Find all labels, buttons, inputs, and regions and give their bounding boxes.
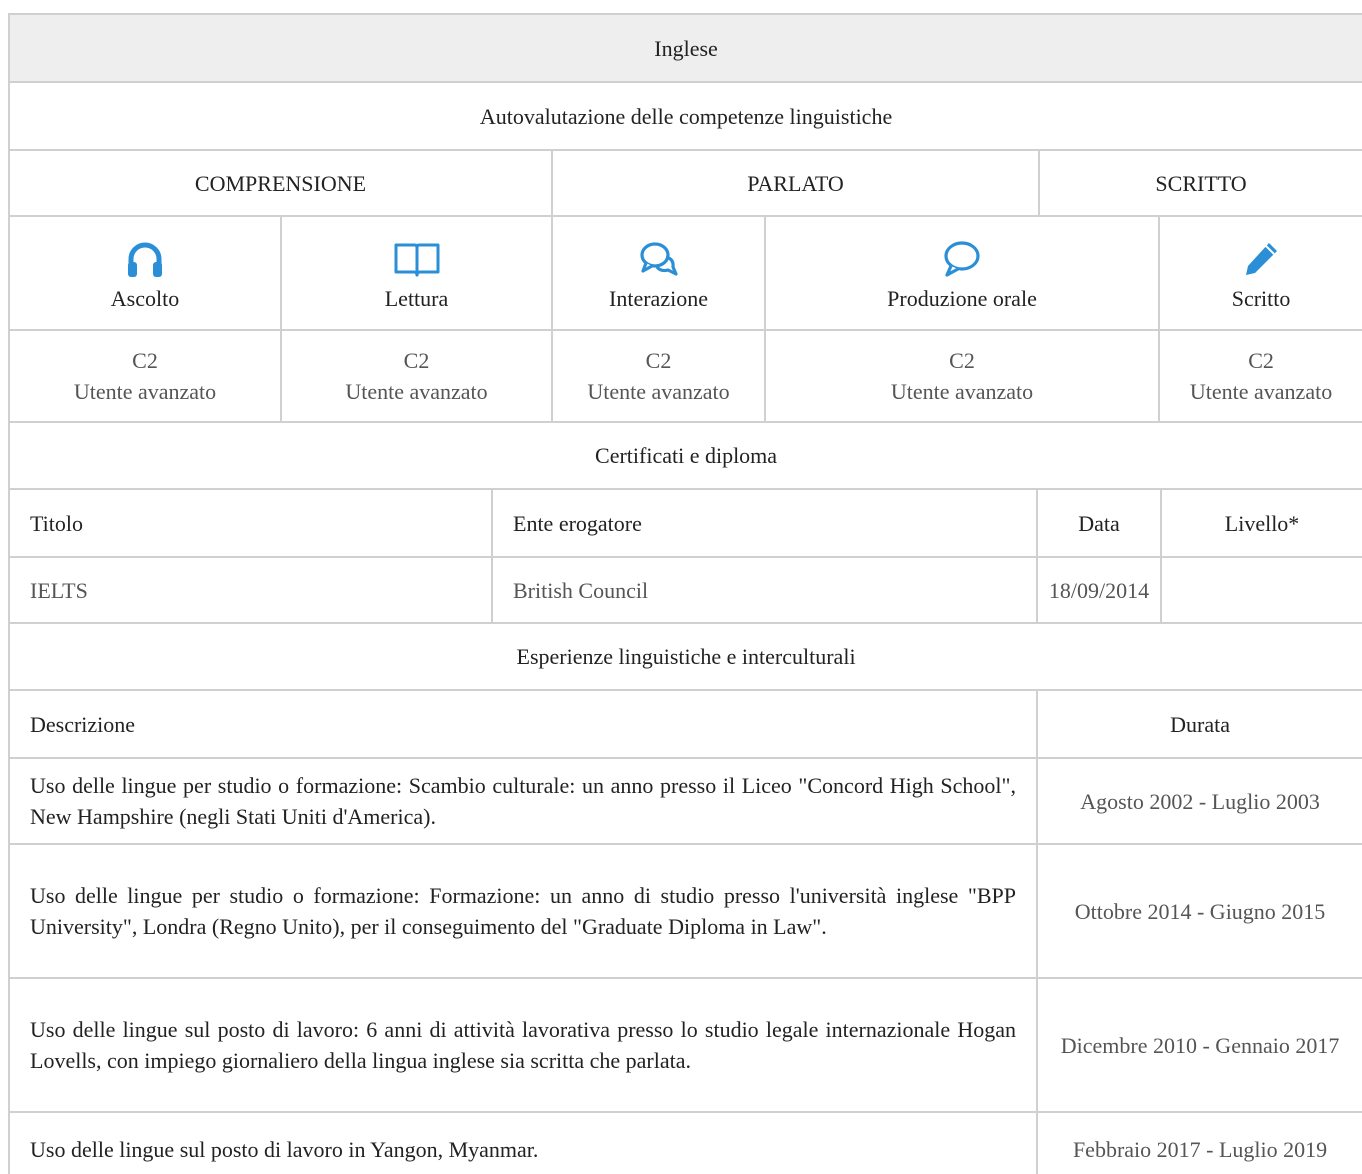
certificate-title: IELTS bbox=[8, 556, 493, 624]
group-writing: SCRITTO bbox=[1037, 149, 1362, 217]
group-comprehension: COMPRENSIONE bbox=[8, 149, 553, 217]
col-header-level: Livello* bbox=[1159, 488, 1362, 558]
skill-listening: Ascolto bbox=[8, 215, 282, 331]
experience-duration: Agosto 2002 - Luglio 2003 bbox=[1035, 757, 1362, 845]
skill-label-spoken-production: Produzione orale bbox=[887, 285, 1037, 311]
book-icon bbox=[282, 239, 551, 279]
language-skills-page: Inglese Autovalutazione delle competenze… bbox=[0, 0, 1362, 1174]
level-writing: C2 Utente avanzato bbox=[1157, 329, 1362, 423]
certificates-heading: Certificati e diploma bbox=[7, 421, 1362, 490]
certificate-issuer: British Council bbox=[491, 556, 1038, 624]
skill-spoken-production: Produzione orale bbox=[764, 215, 1160, 331]
certificate-date: 18/09/2014 bbox=[1036, 556, 1162, 624]
table-row: Uso delle lingue per studio o formazione… bbox=[8, 757, 1362, 845]
experience-duration: Ottobre 2014 - Giugno 2015 bbox=[1035, 843, 1362, 979]
skill-label-reading: Lettura bbox=[384, 285, 449, 311]
col-header-title: Titolo bbox=[8, 488, 493, 558]
experience-description: Uso delle lingue per studio o formazione… bbox=[8, 757, 1038, 845]
experience-duration: Dicembre 2010 - Gennaio 2017 bbox=[1035, 977, 1362, 1113]
table-row: IELTS British Council 18/09/2014 bbox=[8, 556, 1362, 624]
level-spoken-production: C2 Utente avanzato bbox=[764, 329, 1160, 423]
experiences-heading: Esperienze linguistiche e interculturali bbox=[7, 622, 1362, 691]
skill-label-interaction: Interazione bbox=[609, 285, 708, 311]
level-code: C2 bbox=[645, 348, 672, 373]
col-header-issuer: Ente erogatore bbox=[491, 488, 1038, 558]
level-description: Utente avanzato bbox=[73, 379, 217, 404]
chat-bubbles-icon bbox=[553, 239, 764, 279]
experience-duration: Febbraio 2017 - Luglio 2019 bbox=[1035, 1111, 1362, 1174]
level-code: C2 bbox=[132, 348, 158, 373]
level-description: Utente avanzato bbox=[890, 379, 1034, 404]
col-header-description: Descrizione bbox=[8, 689, 1038, 759]
level-description: Utente avanzato bbox=[587, 379, 730, 404]
level-description: Utente avanzato bbox=[345, 379, 488, 404]
speech-bubble-icon bbox=[766, 239, 1158, 279]
table-row: Uso delle lingue per studio o formazione… bbox=[8, 843, 1362, 979]
experience-description: Uso delle lingue sul posto di lavoro: 6 … bbox=[8, 977, 1038, 1113]
table-row: Uso delle lingue sul posto di lavoro in … bbox=[8, 1111, 1362, 1174]
skill-reading: Lettura bbox=[280, 215, 553, 331]
level-code: C2 bbox=[1248, 348, 1274, 373]
self-assessment-heading: Autovalutazione delle competenze linguis… bbox=[7, 81, 1362, 151]
language-name: Inglese bbox=[7, 13, 1362, 83]
table-row: Uso delle lingue sul posto di lavoro: 6 … bbox=[8, 977, 1362, 1113]
experience-description: Uso delle lingue per studio o formazione… bbox=[8, 843, 1038, 979]
level-listening: C2 Utente avanzato bbox=[8, 329, 282, 423]
pencil-icon bbox=[1160, 239, 1362, 279]
col-header-date: Data bbox=[1036, 488, 1162, 558]
skill-label-writing: Scritto bbox=[1231, 285, 1291, 311]
skill-interaction: Interazione bbox=[551, 215, 766, 331]
language-skills-table: Inglese Autovalutazione delle competenze… bbox=[7, 13, 1362, 1174]
level-description: Utente avanzato bbox=[1189, 379, 1333, 404]
col-header-duration: Durata bbox=[1035, 689, 1362, 759]
certificate-level bbox=[1159, 556, 1362, 624]
level-reading: C2 Utente avanzato bbox=[280, 329, 553, 423]
level-interaction: C2 Utente avanzato bbox=[551, 329, 766, 423]
level-code: C2 bbox=[403, 348, 430, 373]
group-speaking: PARLATO bbox=[551, 149, 1040, 217]
skill-label-listening: Ascolto bbox=[110, 285, 180, 311]
experience-description: Uso delle lingue sul posto di lavoro in … bbox=[8, 1111, 1038, 1174]
headphones-icon bbox=[10, 239, 280, 279]
skill-writing: Scritto bbox=[1157, 215, 1362, 331]
level-code: C2 bbox=[949, 348, 975, 373]
